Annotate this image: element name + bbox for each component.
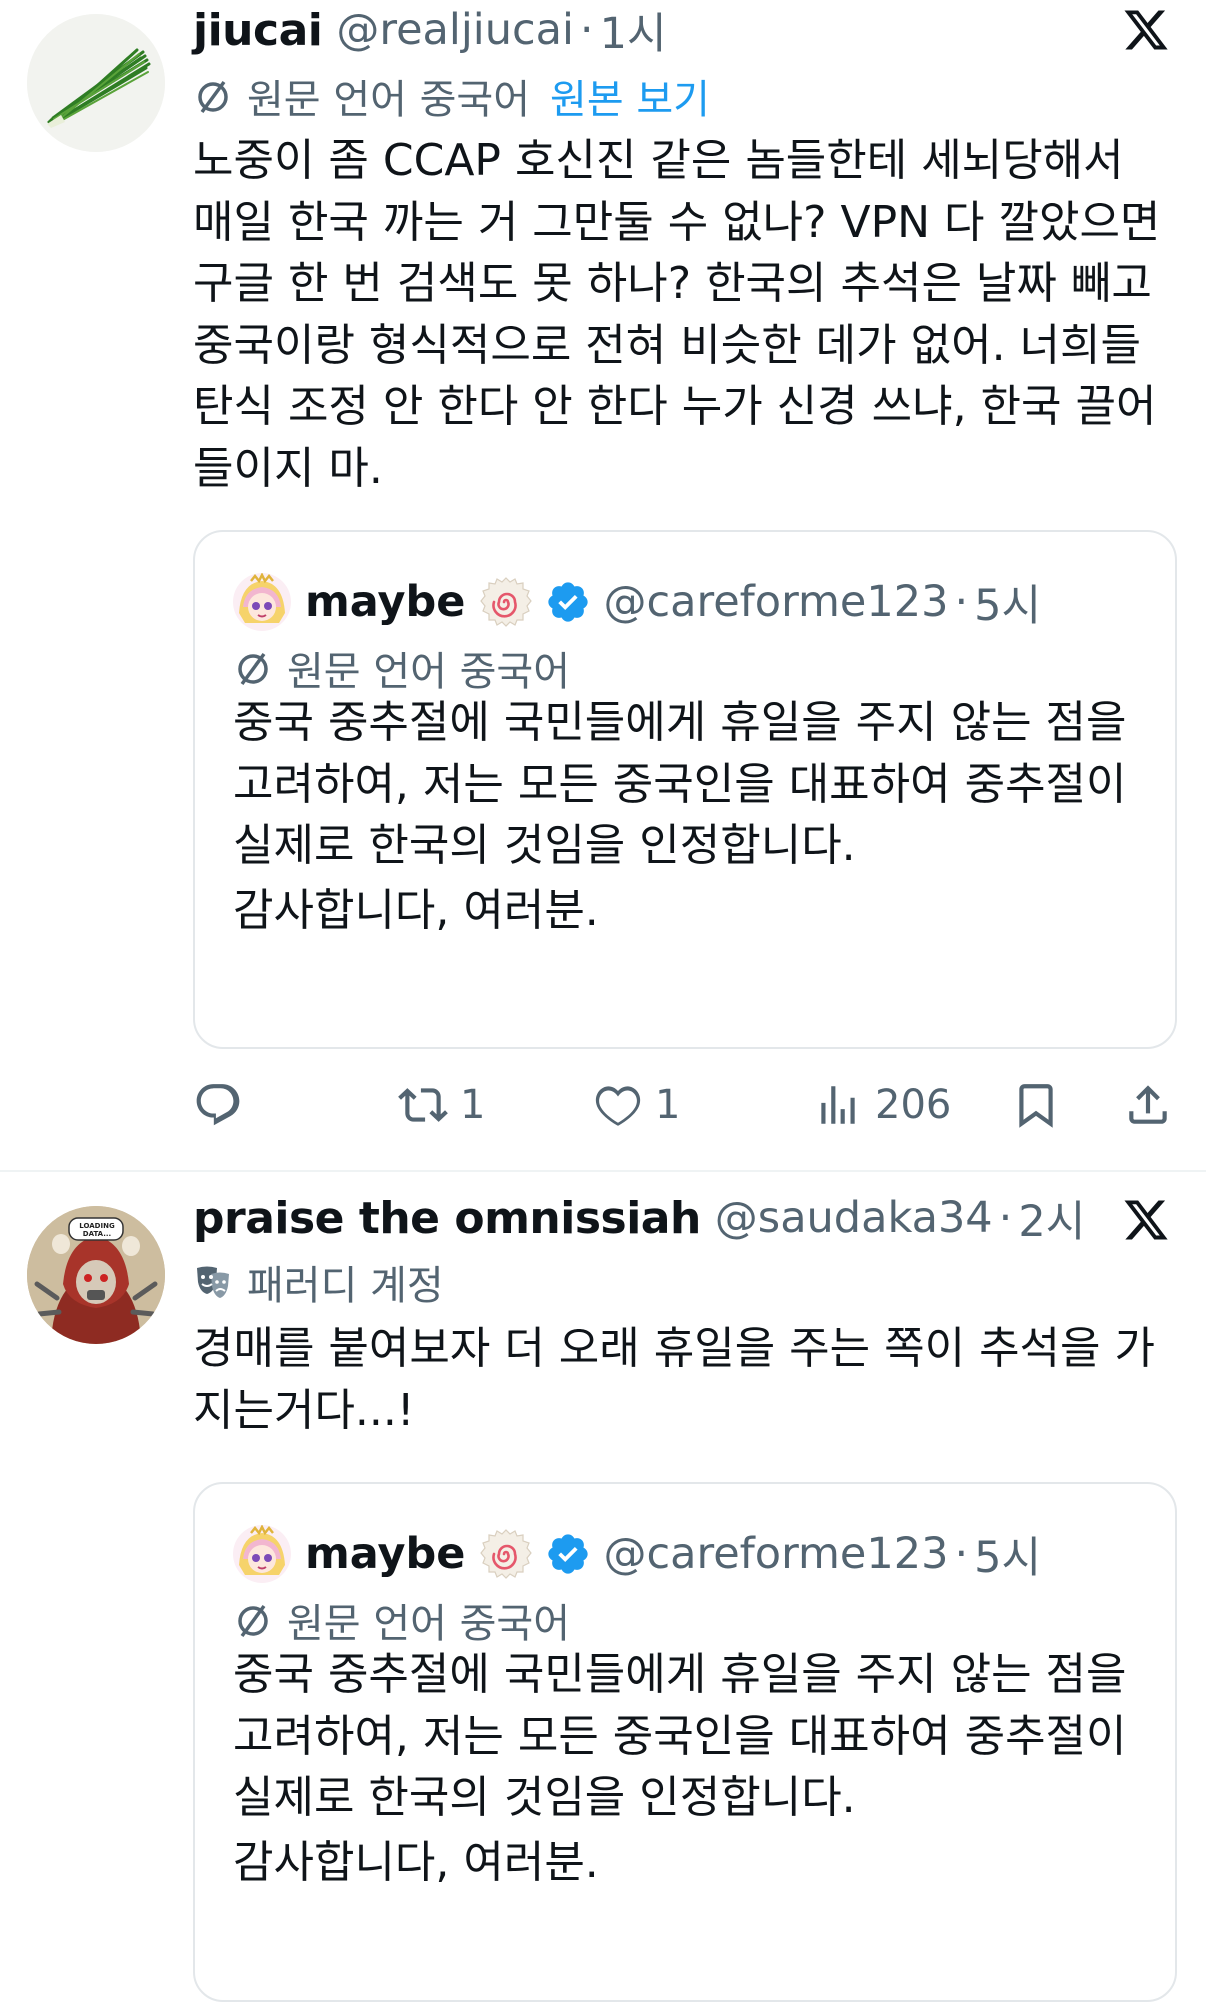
verified-badge-icon — [548, 582, 589, 622]
x-logo-icon — [1124, 1200, 1168, 1240]
separator-dot: · — [579, 5, 594, 55]
reply-icon — [196, 1084, 240, 1126]
views-chart-icon — [821, 1086, 855, 1124]
parody-row: 패러디 계정 — [193, 1252, 444, 1312]
views-button[interactable]: 206 — [813, 1075, 951, 1135]
separator-dot: · — [998, 1193, 1013, 1243]
tweet-header: praise the omnissiah @saudaka34 · 2시 — [193, 1186, 1085, 1250]
x-logo-icon — [1124, 10, 1168, 50]
translate-icon — [238, 1604, 268, 1638]
separator-dot: · — [954, 1529, 969, 1579]
avatar-jiucai[interactable] — [27, 14, 165, 152]
tweet-2[interactable]: LOADING DATA... praise the omnissiah @sa… — [0, 1172, 1206, 2009]
quote-text: 중국 중추절에 국민들에게 휴일을 주지 않는 점을 고려하여, 저는 모든 중… — [233, 697, 1127, 871]
anime-avatar-icon — [233, 573, 291, 631]
share-icon — [1129, 1085, 1167, 1124]
timestamp[interactable]: 2시 — [1018, 1187, 1085, 1249]
timestamp[interactable]: 1시 — [600, 0, 667, 61]
quote-display-name[interactable]: maybe — [305, 1529, 465, 1579]
translate-icon — [238, 652, 268, 686]
tweet-text: 노중이 좀 CCAP 호신진 같은 놈들한테 세뇌당해서 매일 한국 까는 거 … — [193, 135, 1161, 494]
retweet-icon — [398, 1088, 448, 1122]
like-button[interactable]: 1 — [593, 1075, 680, 1135]
verified-badge-icon — [548, 1534, 589, 1574]
display-name[interactable]: jiucai — [193, 5, 323, 56]
quote-translation-row: 원문 언어 중국어 — [233, 1592, 570, 1648]
reply-button[interactable] — [193, 1075, 243, 1135]
view-count: 206 — [875, 1082, 952, 1128]
quote-thanks-text: 감사합니다, 여러분. — [233, 1837, 599, 1888]
tweet-text: 경매를 붙여보자 더 오래 휴일을 주는 쪽이 추석을 가 지는거다...! — [193, 1323, 1155, 1436]
tweet-header: jiucai @realjiucai · 1시 — [193, 0, 667, 62]
anime-avatar-icon — [233, 1525, 291, 1583]
quote-translated-label: 원문 언어 중국어 — [287, 1601, 571, 1647]
quote-text: 중국 중추절에 국민들에게 휴일을 주지 않는 점을 고려하여, 저는 모든 중… — [233, 1649, 1127, 1823]
quote-tweet[interactable]: maybe @careforme123 · 5시 원문 언어 중국어 중국 중추… — [193, 1482, 1177, 2002]
quote-timestamp[interactable]: 5시 — [974, 571, 1041, 633]
share-button[interactable] — [1123, 1075, 1173, 1135]
quote-header: maybe @careforme123 · 5시 — [233, 1524, 1041, 1584]
quote-tweet[interactable]: maybe @careforme123 · 5시 원문 언어 중국어 중국 중추… — [193, 530, 1177, 1049]
translated-label: 원문 언어 중국어 — [247, 77, 531, 123]
theater-masks-icon — [197, 1266, 229, 1298]
avatar-loading-text: LOADING DATA... — [79, 1222, 115, 1238]
quote-translated-label: 원문 언어 중국어 — [287, 649, 571, 695]
quote-avatar[interactable] — [233, 573, 291, 631]
quote-translation-row: 원문 언어 중국어 — [233, 640, 570, 696]
quote-display-name[interactable]: maybe — [305, 577, 465, 627]
action-bar: 1 1 206 — [193, 1075, 1183, 1135]
heart-icon — [595, 1086, 641, 1126]
display-name[interactable]: praise the omnissiah — [193, 1193, 701, 1244]
narutomaki-icon — [480, 577, 533, 627]
user-handle[interactable]: @realjiucai — [336, 5, 574, 55]
show-original-link[interactable]: 원본 보기 — [550, 67, 710, 125]
chives-icon — [27, 14, 165, 152]
avatar-praise-the-omnissiah[interactable]: LOADING DATA... — [27, 1206, 165, 1344]
like-count: 1 — [655, 1082, 681, 1128]
separator-dot: · — [954, 577, 969, 627]
narutomaki-icon — [480, 1529, 533, 1579]
translate-icon — [198, 80, 228, 114]
quote-user-handle[interactable]: @careforme123 — [603, 1529, 948, 1579]
tweet-1[interactable]: jiucai @realjiucai · 1시 원문 언어 중국어 원본 보기 … — [0, 0, 1206, 1150]
bookmark-icon — [1019, 1084, 1053, 1128]
bookmark-button[interactable] — [1011, 1075, 1061, 1135]
quote-header: maybe @careforme123 · 5시 — [233, 572, 1041, 632]
retweet-button[interactable]: 1 — [398, 1075, 485, 1135]
retweet-count: 1 — [460, 1082, 486, 1128]
quote-timestamp[interactable]: 5시 — [974, 1523, 1041, 1585]
quote-user-handle[interactable]: @careforme123 — [603, 577, 948, 627]
quote-thanks-text: 감사합니다, 여러분. — [233, 885, 599, 936]
quote-avatar[interactable] — [233, 1525, 291, 1583]
user-handle[interactable]: @saudaka34 — [715, 1193, 993, 1243]
parody-label: 패러디 계정 — [247, 1263, 444, 1309]
translation-row: 원문 언어 중국어 원본 보기 — [193, 66, 710, 126]
